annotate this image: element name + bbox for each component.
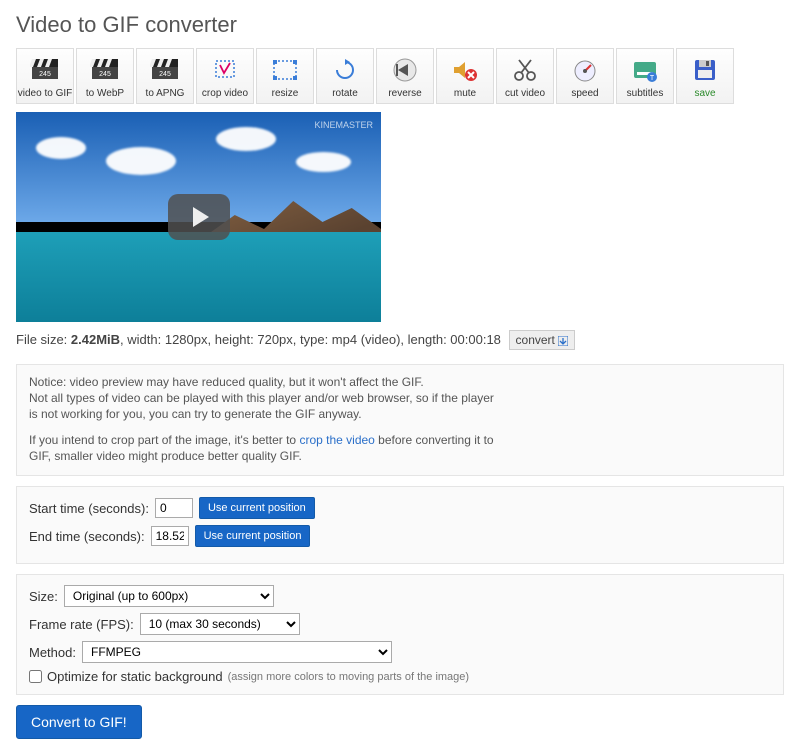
clapper-icon: 245 [150,54,180,86]
optimize-label: Optimize for static background [47,669,223,684]
play-icon [193,207,209,227]
video-watermark: KINEMASTER [314,120,373,130]
tool-crop-video[interactable]: crop video [196,48,254,104]
crop-icon [210,54,240,86]
subtitles-icon: T [630,54,660,86]
video-preview[interactable]: KINEMASTER [16,112,381,322]
scissors-icon [510,54,540,86]
convert-link[interactable]: convert [509,330,576,350]
notice-panel: Notice: video preview may have reduced q… [16,364,784,476]
crop-video-link[interactable]: crop the video [299,433,374,447]
convert-to-gif-button[interactable]: Convert to GIF! [16,705,142,739]
floppy-icon [690,54,720,86]
tool-resize[interactable]: resize [256,48,314,104]
tool-rotate[interactable]: rotate [316,48,374,104]
size-label: Size: [29,589,58,604]
end-time-label: End time (seconds): [29,529,145,544]
svg-text:245: 245 [159,71,171,78]
end-time-input[interactable] [151,526,189,546]
fps-label: Frame rate (FPS): [29,617,134,632]
toolbar: 245 video to GIF 245 to WebP 245 to APNG… [16,48,784,104]
svg-text:T: T [650,75,655,82]
method-select[interactable]: FFMPEG [82,641,392,663]
tool-speed[interactable]: speed [556,48,614,104]
method-label: Method: [29,645,76,660]
use-current-start-button[interactable]: Use current position [199,497,315,519]
mute-icon [450,54,480,86]
tool-save[interactable]: save [676,48,734,104]
gauge-icon [570,54,600,86]
play-button[interactable] [168,194,230,240]
clapper-icon: 245 [90,54,120,86]
svg-text:245: 245 [99,71,111,78]
resize-icon [270,54,300,86]
tool-video-to-gif[interactable]: 245 video to GIF [16,48,74,104]
start-time-label: Start time (seconds): [29,501,149,516]
tool-subtitles[interactable]: T subtitles [616,48,674,104]
fps-select[interactable]: 10 (max 30 seconds) [140,613,300,635]
size-select[interactable]: Original (up to 600px) [64,585,274,607]
tool-to-apng[interactable]: 245 to APNG [136,48,194,104]
tool-cut-video[interactable]: cut video [496,48,554,104]
use-current-end-button[interactable]: Use current position [195,525,311,547]
optimize-checkbox[interactable] [29,670,42,683]
options-panel: Size: Original (up to 600px) Frame rate … [16,574,784,695]
svg-text:245: 245 [39,71,51,78]
rotate-icon [330,54,360,86]
tool-reverse[interactable]: reverse [376,48,434,104]
time-range-panel: Start time (seconds): Use current positi… [16,486,784,564]
tool-mute[interactable]: mute [436,48,494,104]
file-info: File size: 2.42MiB, width: 1280px, heigh… [16,330,784,350]
reverse-icon [390,54,420,86]
optimize-hint: (assign more colors to moving parts of t… [228,671,470,683]
start-time-input[interactable] [155,498,193,518]
tool-to-webp[interactable]: 245 to WebP [76,48,134,104]
clapper-icon: 245 [30,54,60,86]
page-title: Video to GIF converter [16,12,784,38]
